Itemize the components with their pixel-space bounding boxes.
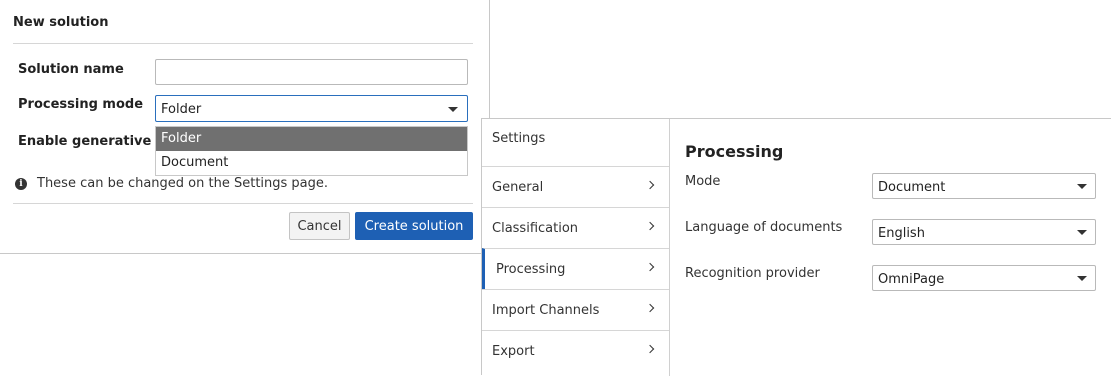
divider (13, 203, 473, 204)
language-value: English (878, 226, 925, 241)
info-note: i These can be changed on the Settings p… (15, 176, 328, 191)
caret-down-icon (1077, 276, 1087, 281)
processing-mode-value: Folder (161, 102, 202, 117)
dropdown-option-document[interactable]: Document (156, 151, 467, 175)
nav-item-label: General (492, 179, 544, 195)
dialog-title: New solution (13, 15, 109, 30)
nav-item-processing[interactable]: Processing (482, 248, 669, 289)
processing-mode-select[interactable]: Folder (155, 95, 468, 122)
create-solution-button[interactable]: Create solution (355, 212, 473, 240)
nav-item-label: Processing (496, 261, 566, 277)
recognition-provider-label: Recognition provider (685, 266, 820, 281)
language-select[interactable]: English (872, 219, 1096, 245)
nav-item-label: Export (492, 343, 535, 359)
info-text: These can be changed on the Settings pag… (37, 176, 329, 191)
recognition-provider-select[interactable]: OmniPage (872, 265, 1096, 291)
nav-item-export[interactable]: Export (482, 330, 669, 371)
mode-select[interactable]: Document (872, 173, 1096, 199)
mode-label: Mode (685, 174, 721, 189)
chevron-right-icon (645, 262, 655, 272)
settings-panel: Settings General Classification Processi… (481, 118, 1111, 376)
nav-item-import-channels[interactable]: Import Channels (482, 289, 669, 330)
mode-value: Document (878, 180, 946, 195)
caret-down-icon (448, 107, 458, 112)
dropdown-option-folder[interactable]: Folder (156, 127, 467, 151)
caret-down-icon (1077, 230, 1087, 235)
info-icon: i (15, 177, 27, 190)
processing-mode-label: Processing mode (18, 97, 144, 112)
nav-item-label: Classification (492, 220, 579, 236)
language-label: Language of documents (685, 220, 843, 235)
processing-mode-dropdown: Folder Document (155, 126, 468, 176)
solution-name-input[interactable] (155, 59, 468, 85)
recognition-provider-value: OmniPage (878, 272, 945, 287)
new-solution-dialog: New solution Solution name Processing mo… (0, 0, 490, 254)
settings-nav: Settings General Classification Processi… (482, 119, 670, 376)
cancel-button[interactable]: Cancel (289, 212, 350, 240)
nav-item-classification[interactable]: Classification (482, 207, 669, 248)
nav-item-general[interactable]: General (482, 166, 669, 207)
solution-name-label: Solution name (18, 62, 124, 77)
section-title: Processing (685, 142, 784, 161)
caret-down-icon (1077, 184, 1087, 189)
chevron-right-icon (645, 180, 655, 190)
nav-item-label: Import Channels (492, 302, 600, 318)
chevron-right-icon (645, 303, 655, 313)
divider (13, 43, 473, 44)
chevron-right-icon (645, 344, 655, 354)
chevron-right-icon (645, 221, 655, 231)
genai-label: Enable generative AI (18, 134, 171, 149)
settings-header: Settings (492, 131, 546, 146)
